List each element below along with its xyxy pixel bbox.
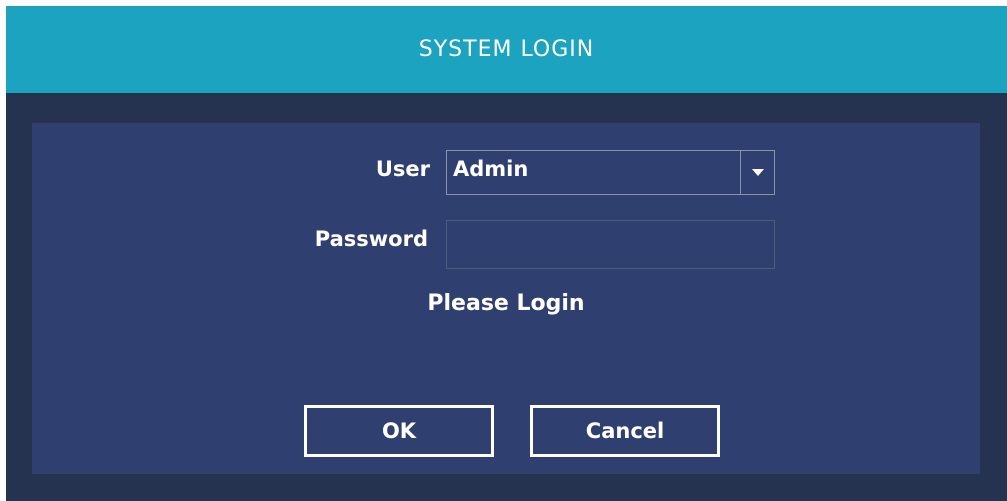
ok-button[interactable]: OK	[304, 405, 494, 457]
cancel-button[interactable]: Cancel	[530, 405, 720, 457]
login-panel: User Admin Password Please Login OK Canc…	[32, 123, 980, 474]
login-dialog: SYSTEM LOGIN User Admin Password Please …	[6, 6, 1007, 501]
password-label: Password	[314, 227, 428, 251]
chevron-down-icon	[751, 169, 764, 176]
password-field[interactable]	[446, 220, 775, 269]
dialog-title: SYSTEM LOGIN	[418, 37, 595, 62]
user-select[interactable]: Admin	[446, 150, 775, 195]
user-select-value: Admin	[453, 157, 529, 181]
title-bar: SYSTEM LOGIN	[6, 6, 1007, 93]
status-message: Please Login	[427, 291, 585, 316]
user-label: User	[375, 157, 430, 181]
dropdown-button[interactable]	[740, 151, 774, 194]
